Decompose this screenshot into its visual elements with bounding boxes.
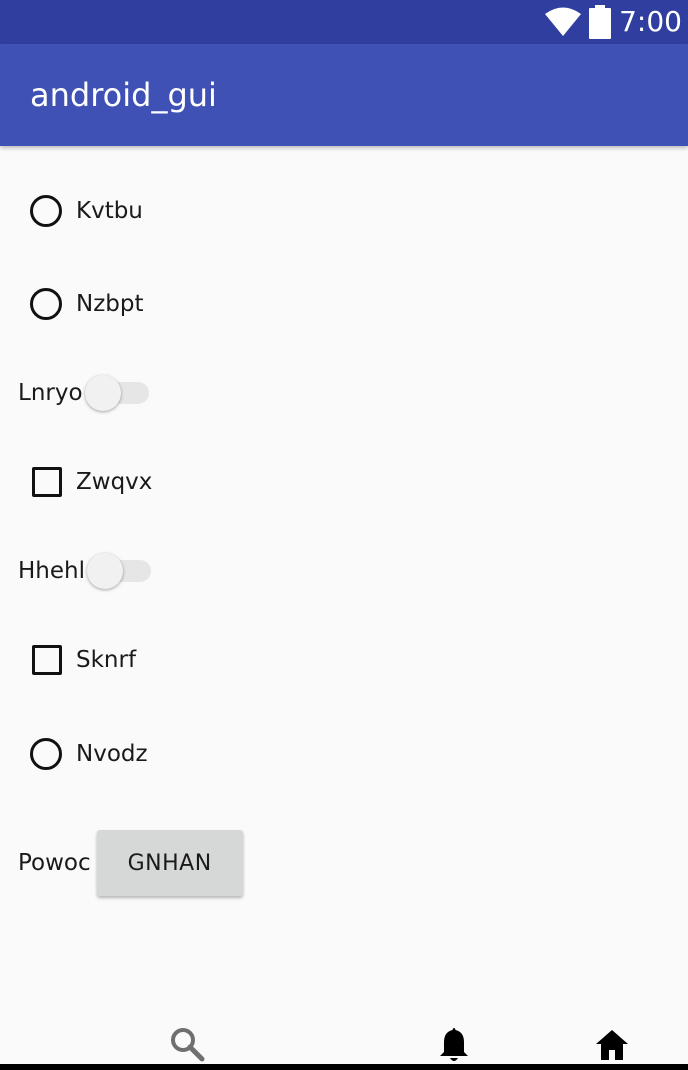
search-icon[interactable] — [167, 1024, 207, 1064]
app-bar: android_gui — [0, 44, 688, 146]
checkbox-row-zwqvx[interactable]: Zwqvx — [0, 458, 152, 506]
app-title: android_gui — [30, 76, 217, 114]
radio-label: Nzbpt — [76, 291, 144, 317]
checkbox-row-sknrf[interactable]: Sknrf — [0, 636, 136, 684]
switch-thumb — [87, 553, 123, 589]
switch-label: Lnryo — [18, 380, 83, 406]
checkbox-label: Zwqvx — [76, 469, 153, 495]
switch-thumb — [84, 375, 121, 411]
button-row: Powoc GNHAN — [0, 830, 243, 896]
bell-icon[interactable] — [434, 1024, 474, 1064]
home-icon[interactable] — [592, 1024, 632, 1064]
switch-label: Hhehl — [18, 558, 85, 584]
switch-row-hhehl[interactable]: Hhehl — [0, 547, 151, 595]
status-icons: 7:00 — [545, 0, 682, 44]
button-row-label: Powoc — [18, 850, 91, 876]
radio-row-kvtbu[interactable]: Kvtbu — [0, 187, 143, 235]
toggle-switch[interactable] — [83, 375, 149, 411]
checkbox[interactable] — [32, 467, 62, 497]
radio-row-nzbpt[interactable]: Nzbpt — [0, 280, 144, 328]
radio-button[interactable] — [30, 195, 62, 227]
bottom-nav — [0, 1020, 688, 1070]
wifi-icon — [545, 7, 582, 36]
gnhan-button[interactable]: GNHAN — [96, 830, 243, 896]
radio-button[interactable] — [30, 288, 62, 320]
radio-row-nvodz[interactable]: Nvodz — [0, 730, 148, 778]
battery-icon — [589, 5, 612, 39]
status-bar: 7:00 — [0, 0, 688, 44]
toggle-switch[interactable] — [85, 553, 151, 589]
radio-label: Kvtbu — [76, 198, 143, 224]
checkbox[interactable] — [32, 645, 62, 675]
radio-label: Nvodz — [76, 741, 148, 767]
checkbox-label: Sknrf — [76, 647, 137, 673]
status-time: 7:00 — [619, 5, 682, 38]
radio-button[interactable] — [30, 738, 62, 770]
bottom-edge — [0, 1064, 688, 1070]
switch-row-lnryo[interactable]: Lnryo — [0, 369, 149, 417]
